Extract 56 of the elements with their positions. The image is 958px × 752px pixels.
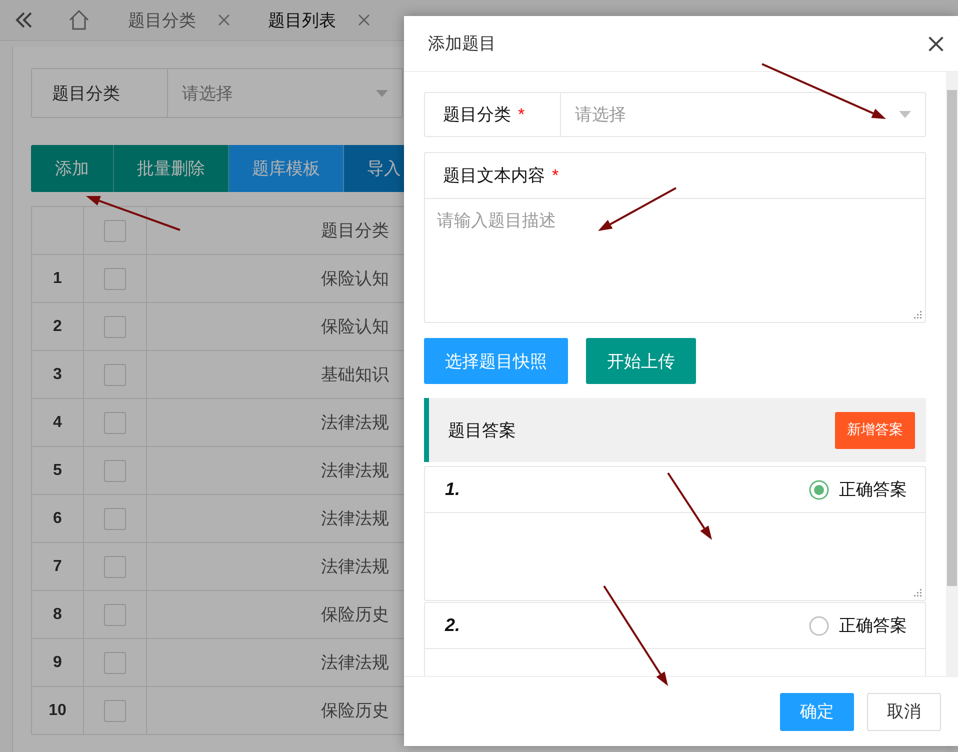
required-mark: * <box>552 166 559 186</box>
row-checkbox[interactable] <box>104 460 126 482</box>
correct-answer-radio[interactable]: 正确答案 <box>809 478 907 501</box>
row-number: 1 <box>32 254 84 302</box>
upload-button[interactable]: 开始上传 <box>586 338 696 384</box>
select-all-checkbox[interactable] <box>104 220 126 242</box>
dropdown-caret-icon <box>899 111 911 118</box>
row-checkbox[interactable] <box>104 412 126 434</box>
row-number: 3 <box>32 350 84 398</box>
row-checkbox[interactable] <box>104 508 126 530</box>
dialog-title: 添加题目 <box>428 33 496 55</box>
row-checkbox[interactable] <box>104 364 126 386</box>
radio-icon[interactable] <box>809 616 829 636</box>
home-icon[interactable] <box>68 9 90 31</box>
filter-label: 题目分类 <box>32 69 168 117</box>
tab[interactable]: 题目分类 <box>128 8 230 32</box>
toolbar-button[interactable]: 添加 <box>31 145 114 192</box>
toolbar-button[interactable]: 题库模板 <box>229 145 344 192</box>
footer-button[interactable]: 确定 <box>780 692 854 730</box>
select-placeholder: 请选择 <box>575 104 626 126</box>
correct-answer-radio[interactable]: 正确答案 <box>809 614 907 637</box>
category-select[interactable]: 题目分类 * 请选择 <box>424 92 926 137</box>
collapse-icon[interactable] <box>14 10 34 30</box>
row-checkbox[interactable] <box>104 268 126 290</box>
row-number: 6 <box>32 494 84 542</box>
tab[interactable]: 题目列表 <box>268 8 370 32</box>
resize-grip-icon[interactable] <box>913 588 922 597</box>
row-number: 10 <box>32 686 84 734</box>
add-answer-button[interactable]: 新增答案 <box>835 412 915 448</box>
select-placeholder: 请选择 <box>182 82 233 104</box>
row-checkbox[interactable] <box>104 700 126 722</box>
dropdown-caret-icon <box>376 90 388 96</box>
row-checkbox[interactable] <box>104 316 126 338</box>
scrollbar[interactable] <box>946 72 958 676</box>
row-number: 2 <box>32 302 84 350</box>
footer-button[interactable]: 取消 <box>867 692 941 730</box>
row-number: 5 <box>32 446 84 494</box>
row-checkbox[interactable] <box>104 556 126 578</box>
toolbar-button[interactable]: 批量删除 <box>114 145 229 192</box>
category-filter[interactable]: 题目分类 请选择 <box>31 68 403 118</box>
row-checkbox[interactable] <box>104 652 126 674</box>
close-icon[interactable] <box>928 36 944 52</box>
field-label: 题目分类 <box>443 104 511 126</box>
radio-icon[interactable] <box>809 480 829 500</box>
answer-number: 2. <box>445 615 460 636</box>
field-label: 题目文本内容 <box>443 165 545 187</box>
row-number: 7 <box>32 542 84 590</box>
row-number: 4 <box>32 398 84 446</box>
row-checkbox[interactable] <box>104 604 126 626</box>
required-mark: * <box>518 104 525 124</box>
section-title: 题目答案 <box>448 420 516 442</box>
annotation-arrow <box>667 472 712 540</box>
resize-grip-icon[interactable] <box>913 310 922 319</box>
upload-button[interactable]: 选择题目快照 <box>424 338 568 384</box>
row-number: 9 <box>32 638 84 686</box>
row-number: 8 <box>32 590 84 638</box>
